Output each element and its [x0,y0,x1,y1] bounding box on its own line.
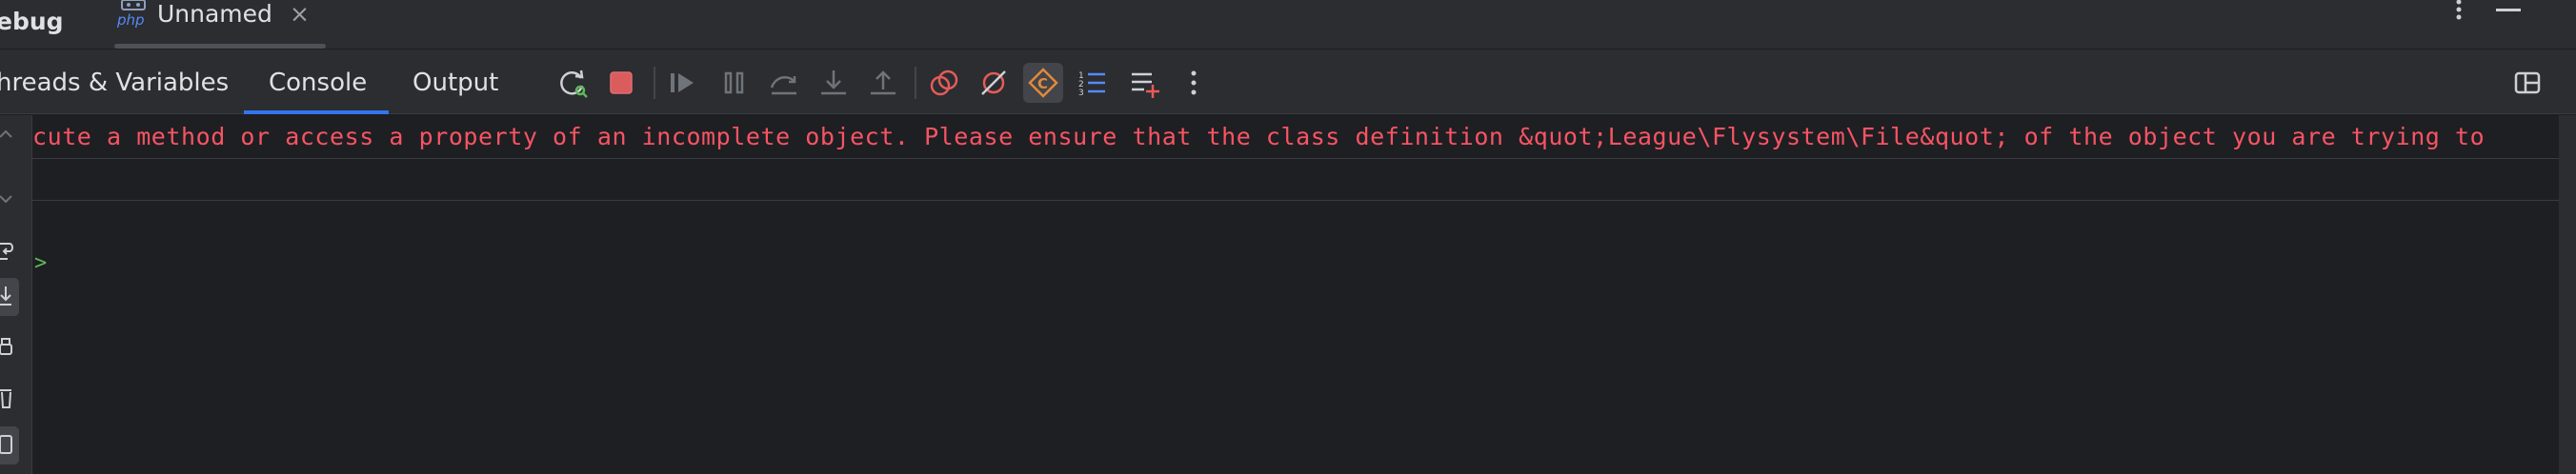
toolbar-separator [915,67,916,99]
listen-debug-icon[interactable]: C [1027,67,1059,99]
stop-icon[interactable] [605,67,637,99]
pause-icon[interactable] [718,67,751,99]
svg-text:C: C [1037,75,1048,92]
debug-toolbar [0,49,2576,114]
print-icon[interactable] [0,335,23,362]
step-over-icon[interactable] [768,67,800,99]
toolbar-scrollbar[interactable] [2561,53,2574,109]
scroll-down-icon[interactable] [0,187,23,213]
console-tab-underline [244,110,389,114]
frames-list-icon[interactable]: 1 2 3 [1077,67,1109,99]
svg-text:3: 3 [1078,89,1084,98]
layout-icon[interactable] [2511,67,2544,99]
tab-console[interactable]: Console [269,69,367,97]
tab-threads-variables[interactable]: hreads & Variables [0,69,229,97]
resume-icon[interactable] [667,67,699,99]
rerun-icon[interactable] [556,67,589,99]
console-scrollbar[interactable] [2559,115,2576,474]
more-vertical-icon[interactable] [2448,0,2469,25]
console-prompt[interactable]: > [34,251,47,275]
scroll-to-end-icon[interactable] [0,284,23,310]
minimize-icon[interactable] [2496,9,2521,11]
scroll-up-icon[interactable] [0,120,23,147]
view-breakpoints-icon[interactable] [928,67,960,99]
console-blank-line [32,159,2559,201]
debug-window: ebug php Unnamed × hreads & Variables Co… [0,0,2576,474]
tab-label: Unnamed [157,0,272,28]
title-bar [0,0,2576,49]
console-error-line: cute a method or access a property of an… [32,115,2559,159]
clear-icon[interactable] [0,385,23,411]
more-icon[interactable] [1177,67,1210,99]
mute-breakpoints-icon[interactable] [977,67,1010,99]
step-into-icon[interactable] [817,67,850,99]
step-out-icon[interactable] [867,67,899,99]
svg-text:php: php [116,11,145,29]
debug-title: ebug [0,8,64,35]
soft-wrap-icon[interactable] [0,238,23,265]
console-settings-icon[interactable] [0,432,23,459]
close-icon[interactable]: × [290,0,310,28]
add-watch-icon[interactable] [1129,67,1161,99]
error-message: cute a method or access a property of an… [32,123,2485,150]
tab-output[interactable]: Output [413,69,498,97]
toolbar-separator [654,67,655,99]
php-icon: php [116,0,146,29]
